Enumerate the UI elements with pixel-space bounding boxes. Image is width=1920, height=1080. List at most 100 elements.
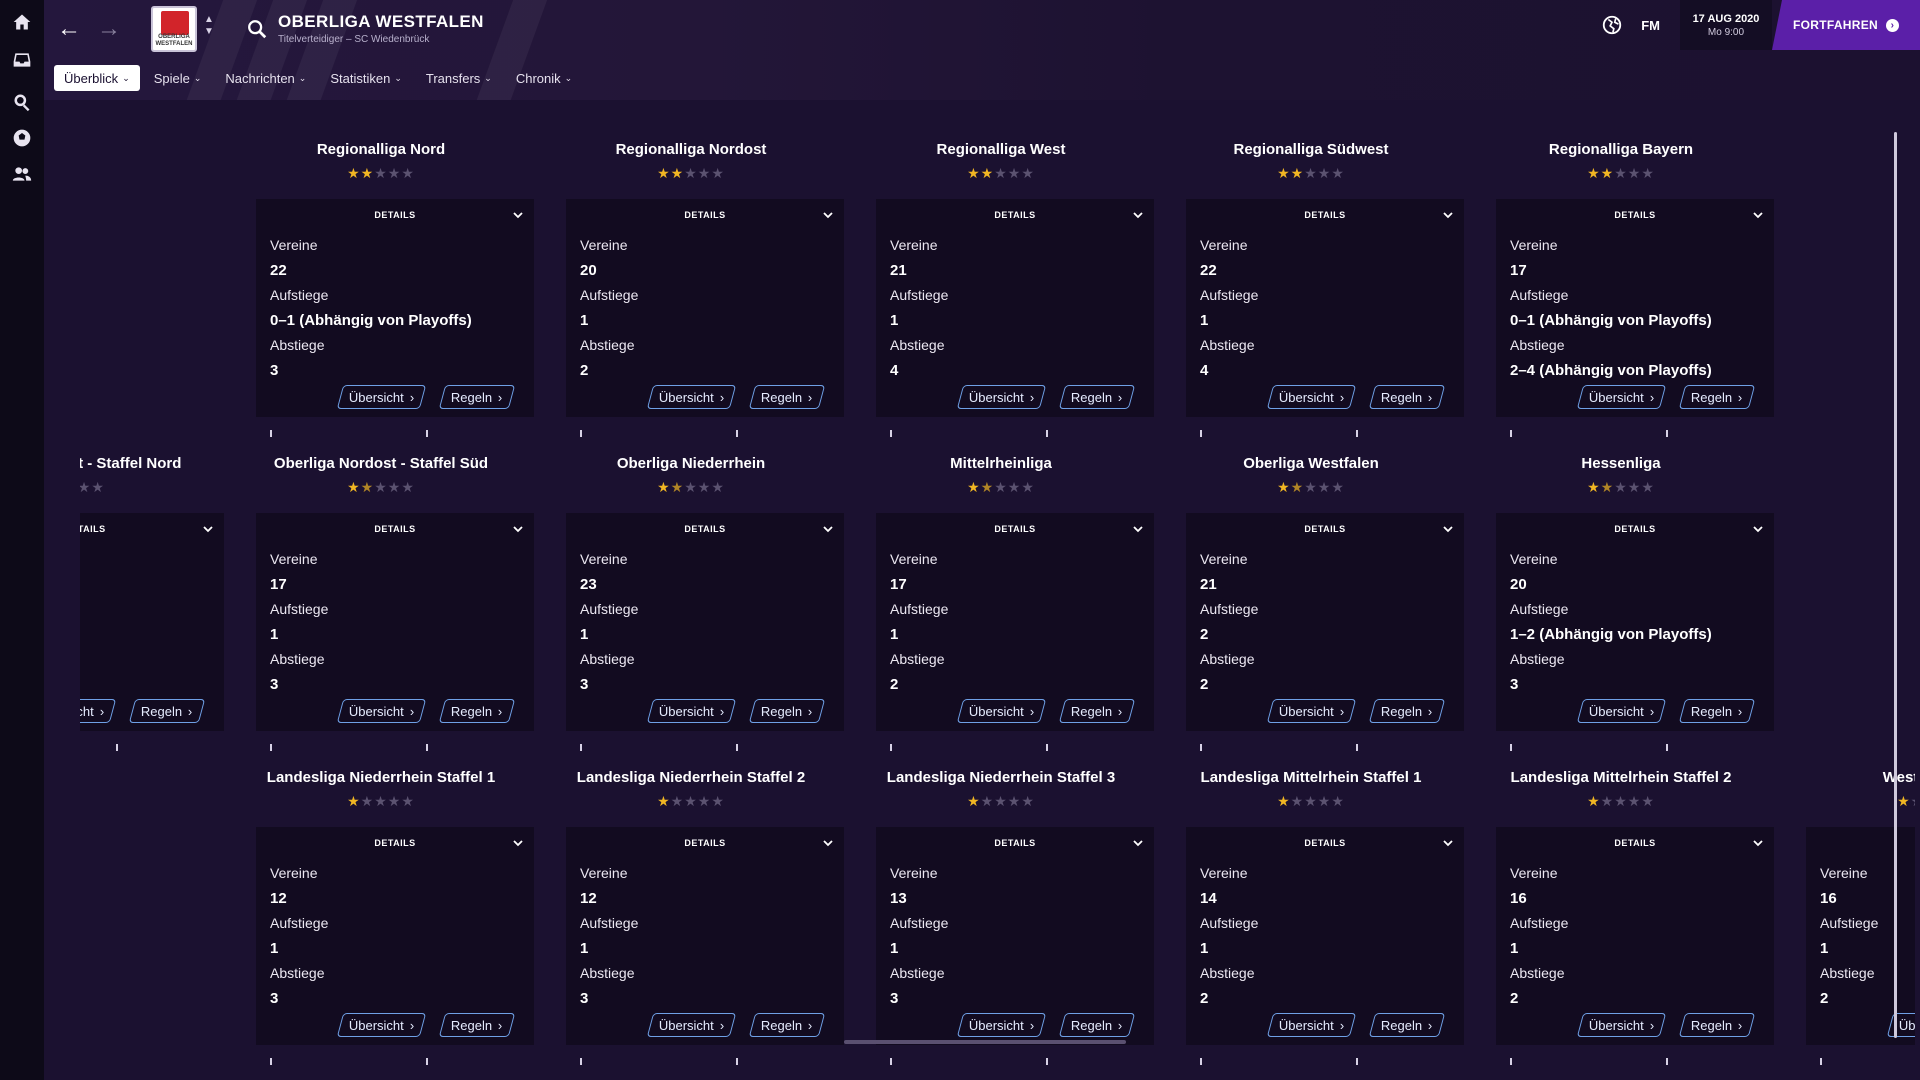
search-icon[interactable] (0, 84, 44, 120)
tab-news[interactable]: Nachrichten ⌄ (215, 65, 316, 91)
chevron-down-icon[interactable] (1132, 837, 1144, 849)
rules-button[interactable]: Regeln › (748, 385, 825, 409)
tab-transfers[interactable]: Transfers ⌄ (416, 65, 502, 91)
search-icon[interactable] (246, 18, 268, 40)
rules-button[interactable]: Regeln › (438, 699, 515, 723)
competition-name[interactable]: Landesliga Mittelrhein Staffel 1 (1156, 769, 1466, 786)
details-header[interactable]: DETAILS (1496, 199, 1774, 231)
chevron-down-icon[interactable] (1132, 209, 1144, 221)
competitions-icon[interactable] (0, 120, 44, 156)
overview-button[interactable]: Übersicht› (336, 385, 427, 409)
details-header[interactable]: DETAILS (566, 513, 844, 545)
competition-name[interactable]: Regionalliga Nordost (536, 141, 846, 158)
chevron-down-icon[interactable] (1752, 209, 1764, 221)
overview-button[interactable]: Übersicht› (1576, 1013, 1667, 1037)
people-icon[interactable] (0, 156, 44, 192)
competition-name[interactable]: Regionalliga Bayern (1466, 141, 1776, 158)
rules-button[interactable]: Regeln › (748, 1013, 825, 1037)
chevron-down-icon[interactable] (1752, 523, 1764, 535)
globe-icon[interactable] (1601, 14, 1623, 36)
overview-button[interactable]: Übersicht› (1266, 1013, 1357, 1037)
overview-button[interactable]: Übersicht› (80, 699, 117, 723)
overview-button[interactable]: Übersicht› (336, 1013, 427, 1037)
details-header[interactable]: DETAILS (80, 513, 224, 545)
rules-button[interactable]: Regeln › (748, 699, 825, 723)
inbox-icon[interactable] (0, 42, 44, 78)
vertical-scrollbar[interactable] (1894, 132, 1897, 1038)
chevron-down-icon[interactable] (822, 837, 834, 849)
chevron-down-icon[interactable] (512, 523, 524, 535)
competition-name[interactable]: Landesliga Niederrhein Staffel 3 (846, 769, 1156, 786)
rules-button[interactable]: Regeln › (438, 385, 515, 409)
overview-button[interactable]: Übersicht› (646, 1013, 737, 1037)
overview-button[interactable]: Übersicht› (646, 699, 737, 723)
rules-button[interactable]: Regeln › (1678, 1013, 1755, 1037)
competition-name[interactable]: Oberliga Nordost - Staffel Süd (226, 455, 536, 472)
switch-competition-arrows-icon[interactable]: ▲ ▼ (204, 14, 214, 38)
chevron-down-icon[interactable] (822, 523, 834, 535)
date-display[interactable]: 17 AUG 2020 Mo 9:00 (1680, 0, 1772, 50)
chevron-down-icon[interactable] (1442, 837, 1454, 849)
competition-name[interactable]: Oberliga Niederrhein (536, 455, 846, 472)
details-header[interactable]: DETAILS (566, 199, 844, 231)
rules-button[interactable]: Regeln › (1058, 385, 1135, 409)
chevron-down-icon[interactable] (822, 209, 834, 221)
rules-button[interactable]: Regeln › (1368, 385, 1445, 409)
rules-button[interactable]: Regeln › (1678, 699, 1755, 723)
tab-overview[interactable]: Überblick ⌄ (54, 65, 140, 91)
tab-stats[interactable]: Statistiken ⌄ (320, 65, 412, 91)
chevron-down-icon[interactable] (512, 837, 524, 849)
details-header[interactable]: DETAILS (1186, 513, 1464, 545)
competition-name[interactable]: Regionalliga Nord (226, 141, 536, 158)
details-header[interactable]: DETAILS (566, 827, 844, 859)
details-header[interactable]: DETAILS (1186, 827, 1464, 859)
tab-history[interactable]: Chronik ⌄ (506, 65, 582, 91)
details-header[interactable]: DETAILS (256, 827, 534, 859)
chevron-down-icon[interactable] (202, 523, 214, 535)
overview-button[interactable]: Übersicht› (1266, 699, 1357, 723)
rules-button[interactable]: Regeln › (1368, 1013, 1445, 1037)
rules-button[interactable]: Regeln › (1058, 1013, 1135, 1037)
competition-name[interactable]: Oberliga Westfalen (1156, 455, 1466, 472)
tab-matches[interactable]: Spiele ⌄ (144, 65, 212, 91)
horizontal-scrollbar[interactable] (844, 1040, 1126, 1044)
rules-button[interactable]: Regeln › (1368, 699, 1445, 723)
rules-button[interactable]: Regeln › (438, 1013, 515, 1037)
overview-button[interactable]: Übersicht› (956, 1013, 1047, 1037)
chevron-down-icon[interactable] (1442, 523, 1454, 535)
fm-menu[interactable]: FM (1641, 18, 1660, 33)
details-header[interactable]: DETAILS (1496, 513, 1774, 545)
chevron-down-icon[interactable] (512, 209, 524, 221)
rules-button[interactable]: Regeln › (1678, 385, 1755, 409)
competition-name[interactable]: Regionalliga West (846, 141, 1156, 158)
rules-button[interactable]: Regeln › (128, 699, 205, 723)
details-header[interactable]: DETAILS (1806, 827, 1915, 859)
competition-name[interactable]: Regionalliga Südwest (1156, 141, 1466, 158)
competition-name[interactable]: Landesliga Niederrhein Staffel 1 (226, 769, 536, 786)
competition-name[interactable]: Mittelrheinliga (846, 455, 1156, 472)
competition-name[interactable]: Oberliga Nordost - Staffel Nord (80, 455, 226, 472)
competition-name[interactable]: Landesliga Niederrhein Staffel 2 (536, 769, 846, 786)
overview-button[interactable]: Übersicht› (1576, 699, 1667, 723)
overview-button[interactable]: Übersicht› (1266, 385, 1357, 409)
overview-button[interactable]: Übersicht› (336, 699, 427, 723)
details-header[interactable]: DETAILS (876, 827, 1154, 859)
competition-name[interactable]: Hessenliga (1466, 455, 1776, 472)
overview-button[interactable]: Übersicht› (1576, 385, 1667, 409)
details-header[interactable]: DETAILS (256, 199, 534, 231)
overview-button[interactable]: Übersicht› (646, 385, 737, 409)
details-header[interactable]: DETAILS (876, 513, 1154, 545)
overview-button[interactable]: Übersicht› (1886, 1013, 1915, 1037)
forward-arrow-icon[interactable]: → (94, 14, 124, 44)
details-header[interactable]: DETAILS (256, 513, 534, 545)
chevron-down-icon[interactable] (1442, 209, 1454, 221)
rules-button[interactable]: Regeln › (1058, 699, 1135, 723)
chevron-down-icon[interactable] (1132, 523, 1144, 535)
details-header[interactable]: DETAILS (876, 199, 1154, 231)
continue-button[interactable]: FORTFAHREN › (1772, 0, 1920, 50)
chevron-down-icon[interactable] (1752, 837, 1764, 849)
home-icon[interactable] (0, 4, 44, 40)
details-header[interactable]: DETAILS (1496, 827, 1774, 859)
overview-button[interactable]: Übersicht› (956, 699, 1047, 723)
back-arrow-icon[interactable]: ← (54, 14, 84, 44)
